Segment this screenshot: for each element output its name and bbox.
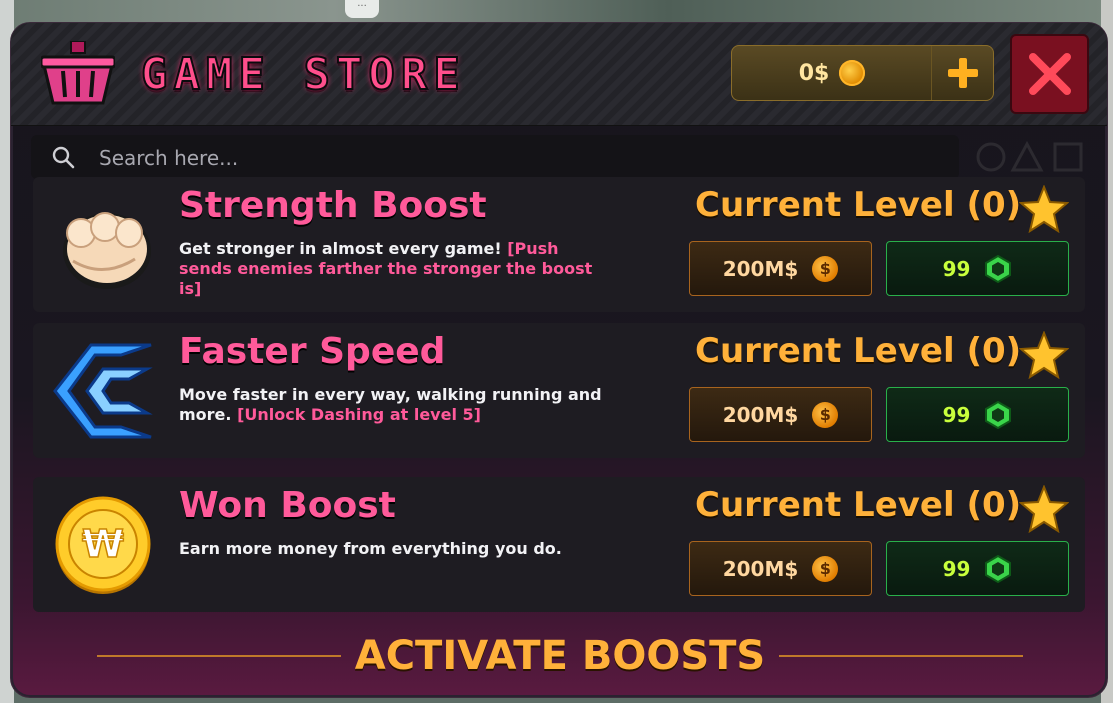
boost-row-speed: Faster Speed Move faster in every way, w… [33,323,1085,458]
price-gems: 99 [942,556,971,581]
price-gems: 99 [942,402,971,427]
boost-level: Current Level (0) [695,185,1022,225]
background-handle: ··· [345,0,379,18]
search-icon [52,146,75,169]
coin-icon [839,60,866,86]
boost-name: Strength Boost [179,185,487,226]
search-bar [31,135,959,181]
buy-money-button[interactable]: 200M$ $ [689,541,872,596]
squid-shapes-icon [976,140,1083,172]
gem-icon [985,400,1012,429]
buy-gem-button[interactable]: 99 [886,387,1069,442]
gem-icon [985,554,1012,583]
dollar-coin-icon: $ [812,401,839,428]
boost-desc-text: Get stronger in almost every game! [179,239,502,258]
star-icon [1019,185,1069,233]
close-icon [1028,53,1071,95]
store-header: GAME STORE 0$ [11,23,1107,126]
price-money: 200M$ [722,556,799,581]
boost-row-strength: Strength Boost Get stronger in almost ev… [33,177,1085,312]
fist-icon [63,212,151,289]
close-button[interactable] [1010,34,1089,114]
basket-icon [41,41,115,105]
plus-icon [947,58,978,88]
buy-gem-button[interactable]: 99 [886,541,1069,596]
store-panel: GAME STORE 0$ Search here... Strength Bo… [10,22,1108,698]
speed-chevron-icon [53,343,153,439]
buy-gem-button[interactable]: 99 [886,241,1069,296]
search-input[interactable] [97,135,941,181]
activate-boosts-button[interactable]: ACTIVATE BOOSTS [341,633,779,679]
boost-description: Earn more money from everything you do. [179,539,609,559]
price-gems: 99 [942,256,971,281]
balance-value: 0$ [798,60,830,86]
buy-money-button[interactable]: 200M$ $ [689,241,872,296]
add-currency-button[interactable] [932,46,993,100]
divider [779,655,1023,657]
won-coin-icon: ₩ [55,496,151,594]
star-icon [1019,331,1069,379]
star-icon [1019,485,1069,533]
boost-description: Move faster in every way, walking runnin… [179,385,609,425]
boost-name: Faster Speed [179,331,446,372]
boost-level: Current Level (0) [695,331,1022,371]
gem-icon [985,254,1012,283]
svg-text:₩: ₩ [82,522,124,566]
buy-money-button[interactable]: 200M$ $ [689,387,872,442]
footer: ACTIVATE BOOSTS [11,623,1107,693]
currency-display: 0$ [731,45,994,101]
dollar-coin-icon: $ [812,555,839,582]
boost-desc-text: Earn more money from everything you do. [179,539,562,558]
dollar-coin-icon: $ [812,255,839,282]
price-money: 200M$ [722,402,799,427]
boost-name: Won Boost [179,485,396,526]
balance: 0$ [732,46,932,100]
store-title: GAME STORE [140,48,466,101]
boost-level: Current Level (0) [695,485,1022,525]
divider [97,655,341,657]
price-money: 200M$ [722,256,799,281]
boost-row-won: ₩ Won Boost Earn more money from everyth… [33,477,1085,612]
boost-description: Get stronger in almost every game! [Push… [179,239,609,299]
boost-desc-highlight: [Unlock Dashing at level 5] [237,405,481,424]
